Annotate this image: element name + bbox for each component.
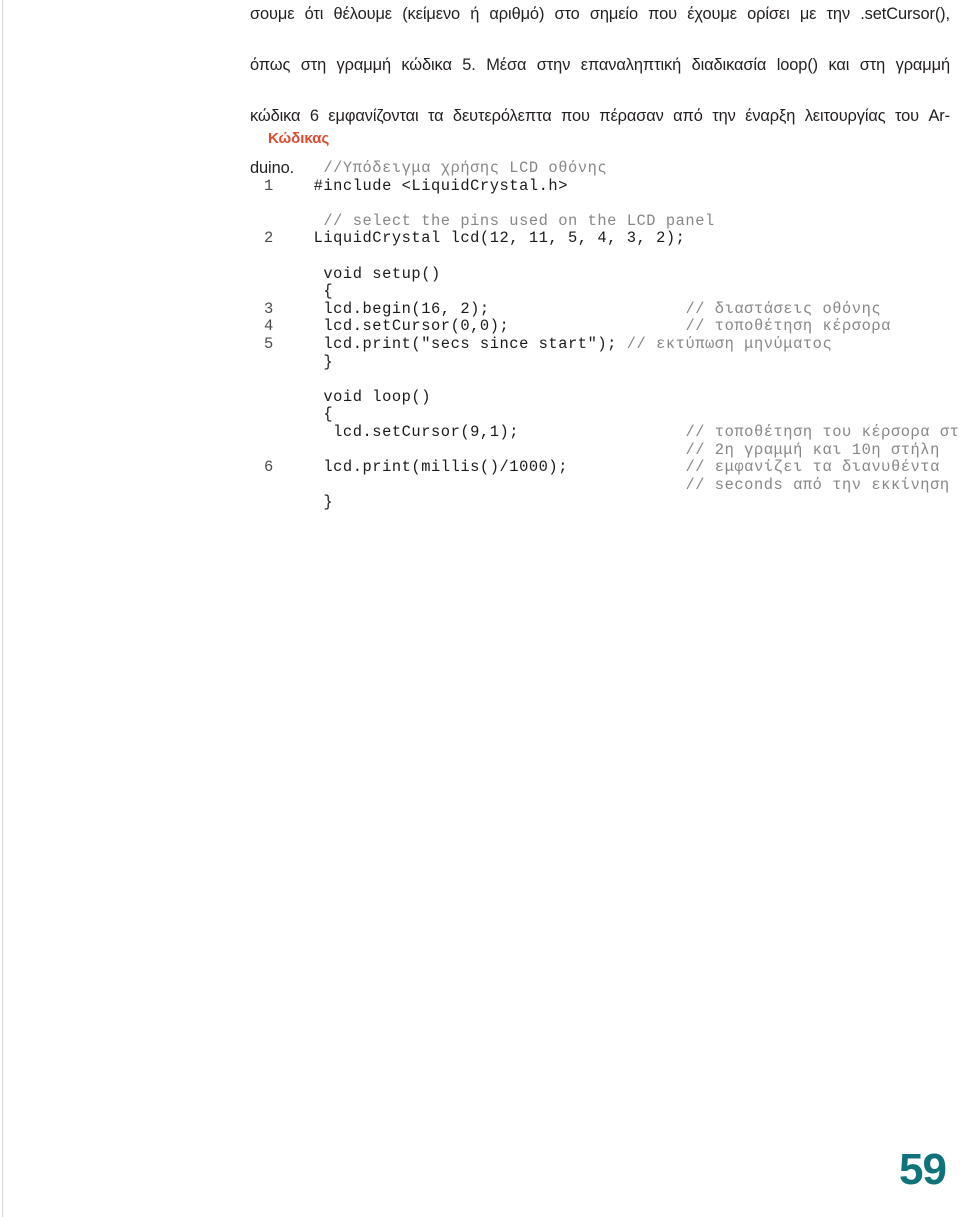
code-line-text: // 2η γραμμή και 10η στήλη xyxy=(294,440,954,460)
code-line: 4 lcd.setCursor(0,0); // τοποθέτηση κέρσ… xyxy=(264,318,954,336)
code-line: void loop() xyxy=(264,387,954,407)
code-line-text: } xyxy=(294,493,334,512)
code-line-text: lcd.setCursor(9,1); // τοποθέτηση του κέ… xyxy=(294,422,960,442)
code-inline-comment: // τοποθέτηση του κέρσορα στη xyxy=(685,422,960,441)
document-page: σουμε ότι θέλουμε (κείμενο ή αριθμό) στο… xyxy=(0,0,960,1217)
code-line: 5 lcd.print("secs since start"); // εκτύ… xyxy=(264,334,954,354)
code-line-number: 4 xyxy=(264,317,274,336)
code-line: //Υπόδειγμα χρήσης LCD οθόνης xyxy=(264,159,954,178)
code-line-number: 6 xyxy=(264,458,274,477)
code-line-text: #include <LiquidCrystal.h> xyxy=(294,176,569,195)
code-line-text: lcd.begin(16, 2); // διαστάσεις οθόνης xyxy=(294,299,882,318)
page-number: 59 xyxy=(899,1145,947,1194)
code-line: 1 #include <LiquidCrystal.h> xyxy=(264,176,954,196)
code-line: lcd.setCursor(9,1); // τοποθέτηση του κέ… xyxy=(264,423,960,442)
code-inline-comment: // seconds από την εκκίνηση xyxy=(685,475,950,494)
code-line-text: LiquidCrystal lcd(12, 11, 5, 4, 3, 2); xyxy=(294,229,686,248)
code-line: 2 LiquidCrystal lcd(12, 11, 5, 4, 3, 2); xyxy=(264,230,954,248)
code-line-number: 5 xyxy=(264,334,274,353)
code-line: // seconds από την εκκίνηση xyxy=(264,475,954,495)
body-line: όπως στη γραμμή κώδικα 5. Μέσα στην επαν… xyxy=(250,56,950,75)
page-edge-rule xyxy=(2,0,3,1217)
code-line-text: lcd.setCursor(0,0); // τοποθέτηση κέρσορ… xyxy=(294,317,891,336)
code-section-heading: Κώδικας xyxy=(268,130,330,147)
code-inline-comment: // διαστάσεις οθόνης xyxy=(685,299,882,318)
body-line: κώδικα 6 εμφανίζονται τα δευτερόλεπτα πο… xyxy=(250,107,950,126)
body-line: σουμε ότι θέλουμε (κείμενο ή αριθμό) στο… xyxy=(250,5,950,23)
code-line-text: //Υπόδειγμα χρήσης LCD οθόνης xyxy=(294,159,608,177)
code-inline-comment: // εκτύπωση μηνύματος xyxy=(626,334,833,353)
body-paragraph: σουμε ότι θέλουμε (κείμενο ή αριθμό) στο… xyxy=(250,2,950,181)
code-line: void setup() xyxy=(264,264,954,284)
code-line: 3 lcd.begin(16, 2); // διαστάσεις οθόνης xyxy=(264,299,954,319)
code-line: { xyxy=(264,406,954,424)
code-line-text: void setup() xyxy=(294,264,441,283)
code-line: 6 lcd.print(millis()/1000); // εμφανίζει… xyxy=(264,458,954,477)
code-line-text: } xyxy=(294,352,334,371)
code-inline-comment: // τοποθέτηση κέρσορα xyxy=(685,317,891,336)
code-line-number: 1 xyxy=(264,176,274,195)
code-inline-comment: // εμφανίζει τα διανυθέντα xyxy=(685,458,940,477)
code-inline-comment: // 2η γραμμή και 10η στήλη xyxy=(685,440,940,459)
code-line-text: lcd.print(millis()/1000); // εμφανίζει τ… xyxy=(294,458,940,477)
code-line-text: { xyxy=(294,405,334,424)
code-block: //Υπόδειγμα χρήσης LCD οθόνης 1 #include … xyxy=(264,159,960,512)
code-line: { xyxy=(264,283,954,301)
code-line-number: 3 xyxy=(264,299,274,318)
code-line: } xyxy=(264,352,954,372)
code-line-text: void loop() xyxy=(294,387,432,406)
code-line-text: lcd.print("secs since start"); // εκτύπω… xyxy=(294,334,833,353)
code-line: // select the pins used on the LCD panel xyxy=(264,211,954,231)
code-line-text: // seconds από την εκκίνηση xyxy=(294,475,954,495)
code-line: } xyxy=(264,494,954,512)
code-line: // 2η γραμμή και 10η στήλη xyxy=(264,440,954,460)
code-line-text: // select the pins used on the LCD panel xyxy=(294,211,715,230)
code-line-text: { xyxy=(294,282,334,301)
code-line-number: 2 xyxy=(264,229,274,248)
